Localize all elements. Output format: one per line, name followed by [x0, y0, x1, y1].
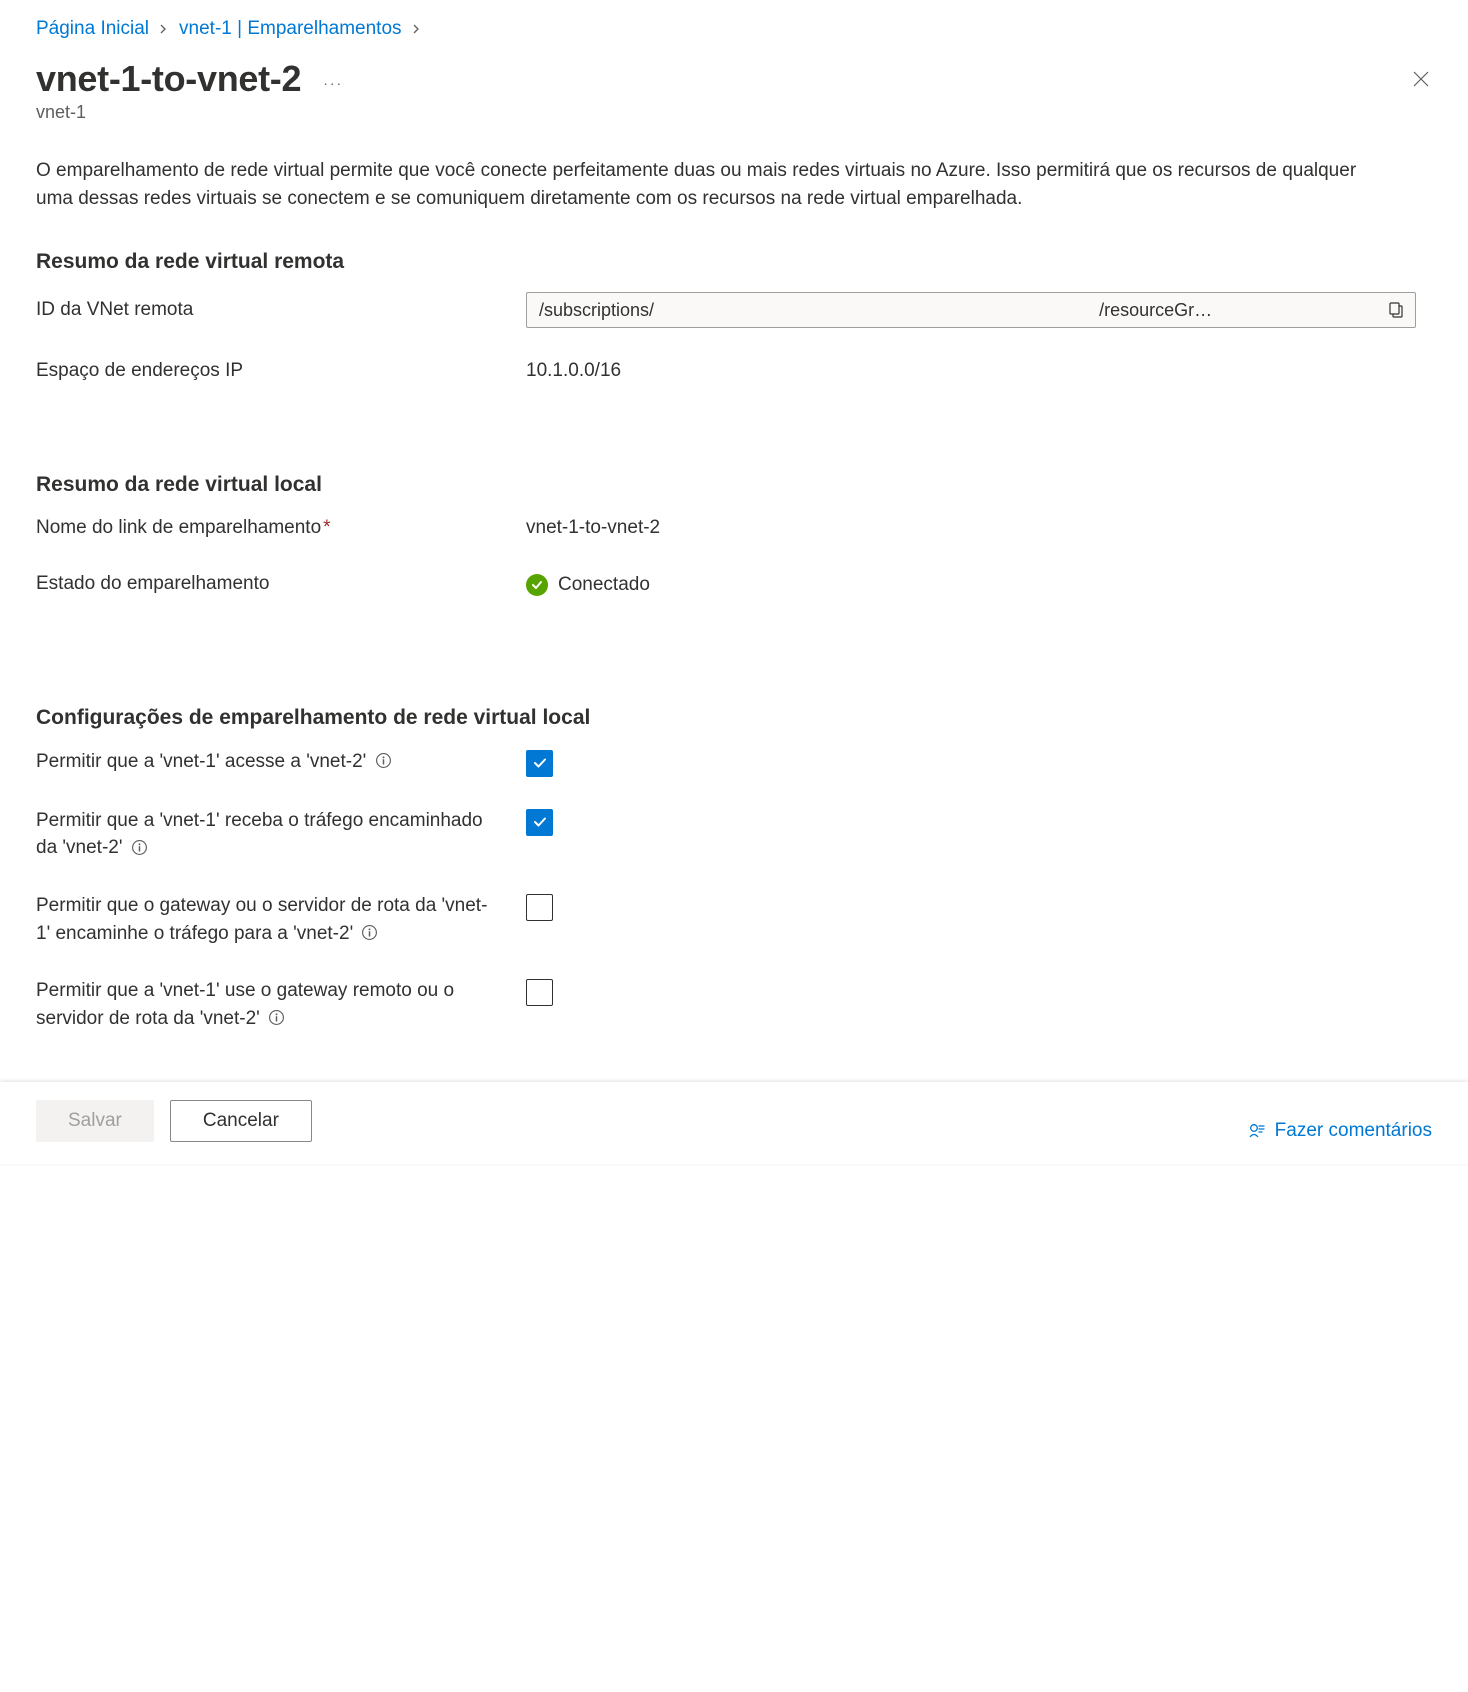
allow-access-checkbox[interactable]: [526, 750, 553, 777]
remote-vnet-id-input[interactable]: [527, 293, 1375, 327]
description-text: O emparelhamento de rede virtual permite…: [36, 157, 1386, 212]
breadcrumb: Página Inicial vnet-1 | Emparelhamentos: [36, 18, 1432, 40]
info-icon[interactable]: [268, 1009, 285, 1026]
page-subtitle: vnet-1: [36, 102, 1432, 123]
info-icon[interactable]: [375, 752, 392, 769]
save-button[interactable]: Salvar: [36, 1100, 154, 1142]
allow-forwarded-label: Permitir que a 'vnet-1' receba o tráfego…: [36, 807, 526, 862]
chevron-right-icon: [412, 21, 422, 37]
footer-bar: Salvar Cancelar Fazer comentários: [0, 1082, 1468, 1164]
breadcrumb-home[interactable]: Página Inicial: [36, 18, 149, 40]
allow-access-label: Permitir que a 'vnet-1' acesse a 'vnet-2…: [36, 748, 526, 777]
allow-forwarded-checkbox[interactable]: [526, 809, 553, 836]
info-icon[interactable]: [361, 924, 378, 941]
peering-link-name-value: vnet-1-to-vnet-2: [526, 517, 1432, 539]
address-space-label: Espaço de endereços IP: [36, 358, 526, 385]
peering-link-name-label: Nome do link de emparelhamento*: [36, 515, 526, 542]
allow-gateway-transit-checkbox[interactable]: [526, 894, 553, 921]
remote-vnet-id-label: ID da VNet remota: [36, 297, 526, 324]
feedback-link[interactable]: Fazer comentários: [1247, 1120, 1432, 1142]
feedback-icon: [1247, 1121, 1267, 1141]
section-peering-config: Configurações de emparelhamento de rede …: [36, 706, 1432, 730]
more-actions-button[interactable]: ···: [323, 75, 343, 91]
address-space-value: 10.1.0.0/16: [526, 360, 1432, 382]
breadcrumb-parent[interactable]: vnet-1 | Emparelhamentos: [179, 18, 402, 40]
copy-icon: [1386, 301, 1404, 319]
page-title: vnet-1-to-vnet-2: [36, 58, 301, 100]
peering-state-value: Conectado: [558, 574, 650, 596]
remote-vnet-id-field[interactable]: [526, 292, 1416, 328]
use-remote-gateway-label: Permitir que a 'vnet-1' use o gateway re…: [36, 977, 526, 1032]
chevron-right-icon: [159, 21, 169, 37]
info-icon[interactable]: [131, 839, 148, 856]
close-button[interactable]: [1410, 68, 1432, 90]
section-remote-summary: Resumo da rede virtual remota: [36, 250, 1432, 274]
allow-gateway-transit-label: Permitir que o gateway ou o servidor de …: [36, 892, 526, 947]
cancel-button[interactable]: Cancelar: [170, 1100, 312, 1142]
section-local-summary: Resumo da rede virtual local: [36, 473, 1432, 497]
copy-button[interactable]: [1375, 293, 1415, 327]
success-icon: [526, 574, 548, 596]
peering-state-label: Estado do emparelhamento: [36, 571, 526, 598]
use-remote-gateway-checkbox[interactable]: [526, 979, 553, 1006]
